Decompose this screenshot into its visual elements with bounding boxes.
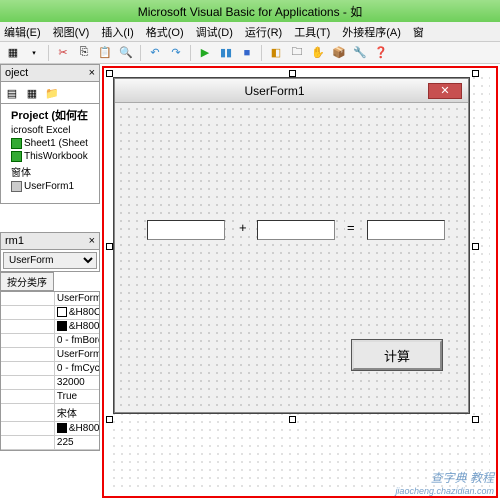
resize-handle[interactable] bbox=[472, 243, 479, 250]
userform-title: UserForm1 bbox=[121, 84, 428, 98]
project-userform[interactable]: UserForm1 bbox=[3, 180, 97, 193]
view-object-icon[interactable]: ▦ bbox=[23, 84, 41, 102]
folder-icon[interactable]: 📁 bbox=[43, 84, 61, 102]
left-panels: oject × ▤ ▦ 📁 Project (如何在 icrosoft Exce… bbox=[0, 64, 100, 500]
project-sheet[interactable]: Sheet1 (Sheet bbox=[3, 137, 97, 150]
resize-handle[interactable] bbox=[106, 243, 113, 250]
toolbox-icon[interactable]: 🔧 bbox=[351, 44, 369, 62]
reset-icon[interactable]: ■ bbox=[238, 44, 256, 62]
menu-insert[interactable]: 插入(I) bbox=[101, 24, 133, 40]
textbox-operand1[interactable] bbox=[147, 220, 225, 240]
property-row[interactable]: &H80000 bbox=[1, 320, 99, 334]
undo-icon[interactable]: ↶ bbox=[146, 44, 164, 62]
project-excel[interactable]: icrosoft Excel bbox=[3, 124, 97, 137]
userform-body[interactable]: + = 计算 bbox=[117, 105, 466, 410]
property-row[interactable]: 宋体 bbox=[1, 404, 99, 422]
view-icon[interactable]: ▦ bbox=[4, 44, 22, 62]
resize-handle[interactable] bbox=[472, 70, 479, 77]
help-icon[interactable]: ❓ bbox=[372, 44, 390, 62]
property-row[interactable]: 32000 bbox=[1, 376, 99, 390]
toolbar: ▦ ▾ ✂ ⎘ 📋 🔍 ↶ ↷ ▶ ▮▮ ■ ◧ 🗀 ✋ 📦 🔧 ❓ bbox=[0, 42, 500, 64]
resize-handle[interactable] bbox=[289, 70, 296, 77]
property-row[interactable]: UserForm1 bbox=[1, 292, 99, 306]
redo-icon[interactable]: ↷ bbox=[167, 44, 185, 62]
view-code-icon[interactable]: ▤ bbox=[3, 84, 21, 102]
menu-edit[interactable]: 编辑(E) bbox=[4, 24, 41, 40]
run-icon[interactable]: ▶ bbox=[196, 44, 214, 62]
property-row[interactable]: 0 - fmCycl bbox=[1, 362, 99, 376]
menu-window[interactable]: 窗 bbox=[413, 24, 424, 40]
project-workbook[interactable]: ThisWorkbook bbox=[3, 150, 97, 163]
textbox-operand2[interactable] bbox=[257, 220, 335, 240]
project-root[interactable]: Project (如何在 bbox=[3, 106, 97, 124]
menubar: 编辑(E) 视图(V) 插入(I) 格式(O) 调试(D) 运行(R) 工具(T… bbox=[0, 22, 500, 42]
project-panel-header: oject × bbox=[0, 64, 100, 82]
object-select[interactable]: UserForm bbox=[3, 252, 97, 269]
design-icon[interactable]: ◧ bbox=[267, 44, 285, 62]
label-plus: + bbox=[237, 220, 249, 235]
property-row[interactable]: True bbox=[1, 390, 99, 404]
userform-titlebar[interactable]: UserForm1 ✕ bbox=[115, 79, 468, 103]
textbox-result[interactable] bbox=[367, 220, 445, 240]
label-equals: = bbox=[345, 220, 357, 235]
menu-run[interactable]: 运行(R) bbox=[245, 24, 282, 40]
project-forms-folder[interactable]: 窗体 bbox=[3, 163, 97, 180]
close-icon[interactable]: × bbox=[89, 235, 95, 247]
menu-format[interactable]: 格式(O) bbox=[146, 24, 184, 40]
userform-window[interactable]: UserForm1 ✕ + = 计算 bbox=[114, 78, 469, 413]
close-icon[interactable]: ✕ bbox=[428, 83, 462, 99]
properties-panel-header: rm1 × bbox=[0, 232, 100, 250]
property-row[interactable]: &H80000 bbox=[1, 422, 99, 436]
property-row[interactable]: UserForm1 bbox=[1, 348, 99, 362]
property-row[interactable]: 225 bbox=[1, 436, 99, 450]
copy-icon[interactable]: ⎘ bbox=[75, 44, 93, 62]
calculate-button[interactable]: 计算 bbox=[352, 340, 442, 370]
resize-handle[interactable] bbox=[106, 416, 113, 423]
properties-grid: UserForm1&H80C&H800000 - fmBordUserForm1… bbox=[0, 291, 100, 451]
resize-handle[interactable] bbox=[106, 70, 113, 77]
menu-tools[interactable]: 工具(T) bbox=[294, 24, 330, 40]
property-row[interactable]: &H80C bbox=[1, 306, 99, 320]
project-explorer-icon[interactable]: 🗀 bbox=[288, 44, 306, 62]
cut-icon[interactable]: ✂ bbox=[54, 44, 72, 62]
break-icon[interactable]: ▮▮ bbox=[217, 44, 235, 62]
paste-icon[interactable]: 📋 bbox=[96, 44, 114, 62]
properties-icon[interactable]: ✋ bbox=[309, 44, 327, 62]
menu-addins[interactable]: 外接程序(A) bbox=[342, 24, 401, 40]
find-icon[interactable]: 🔍 bbox=[117, 44, 135, 62]
app-title: Microsoft Visual Basic for Applications … bbox=[138, 3, 363, 20]
object-browser-icon[interactable]: 📦 bbox=[330, 44, 348, 62]
menu-debug[interactable]: 调试(D) bbox=[196, 24, 233, 40]
form-designer: UserForm1 ✕ + = 计算 bbox=[102, 66, 498, 498]
properties-tab-categorized[interactable]: 按分类序 bbox=[0, 272, 54, 291]
menu-view[interactable]: 视图(V) bbox=[53, 24, 90, 40]
dropdown-icon[interactable]: ▾ bbox=[25, 44, 43, 62]
resize-handle[interactable] bbox=[472, 416, 479, 423]
resize-handle[interactable] bbox=[289, 416, 296, 423]
property-row[interactable]: 0 - fmBord bbox=[1, 334, 99, 348]
close-icon[interactable]: × bbox=[89, 67, 95, 79]
app-titlebar: Microsoft Visual Basic for Applications … bbox=[0, 0, 500, 22]
